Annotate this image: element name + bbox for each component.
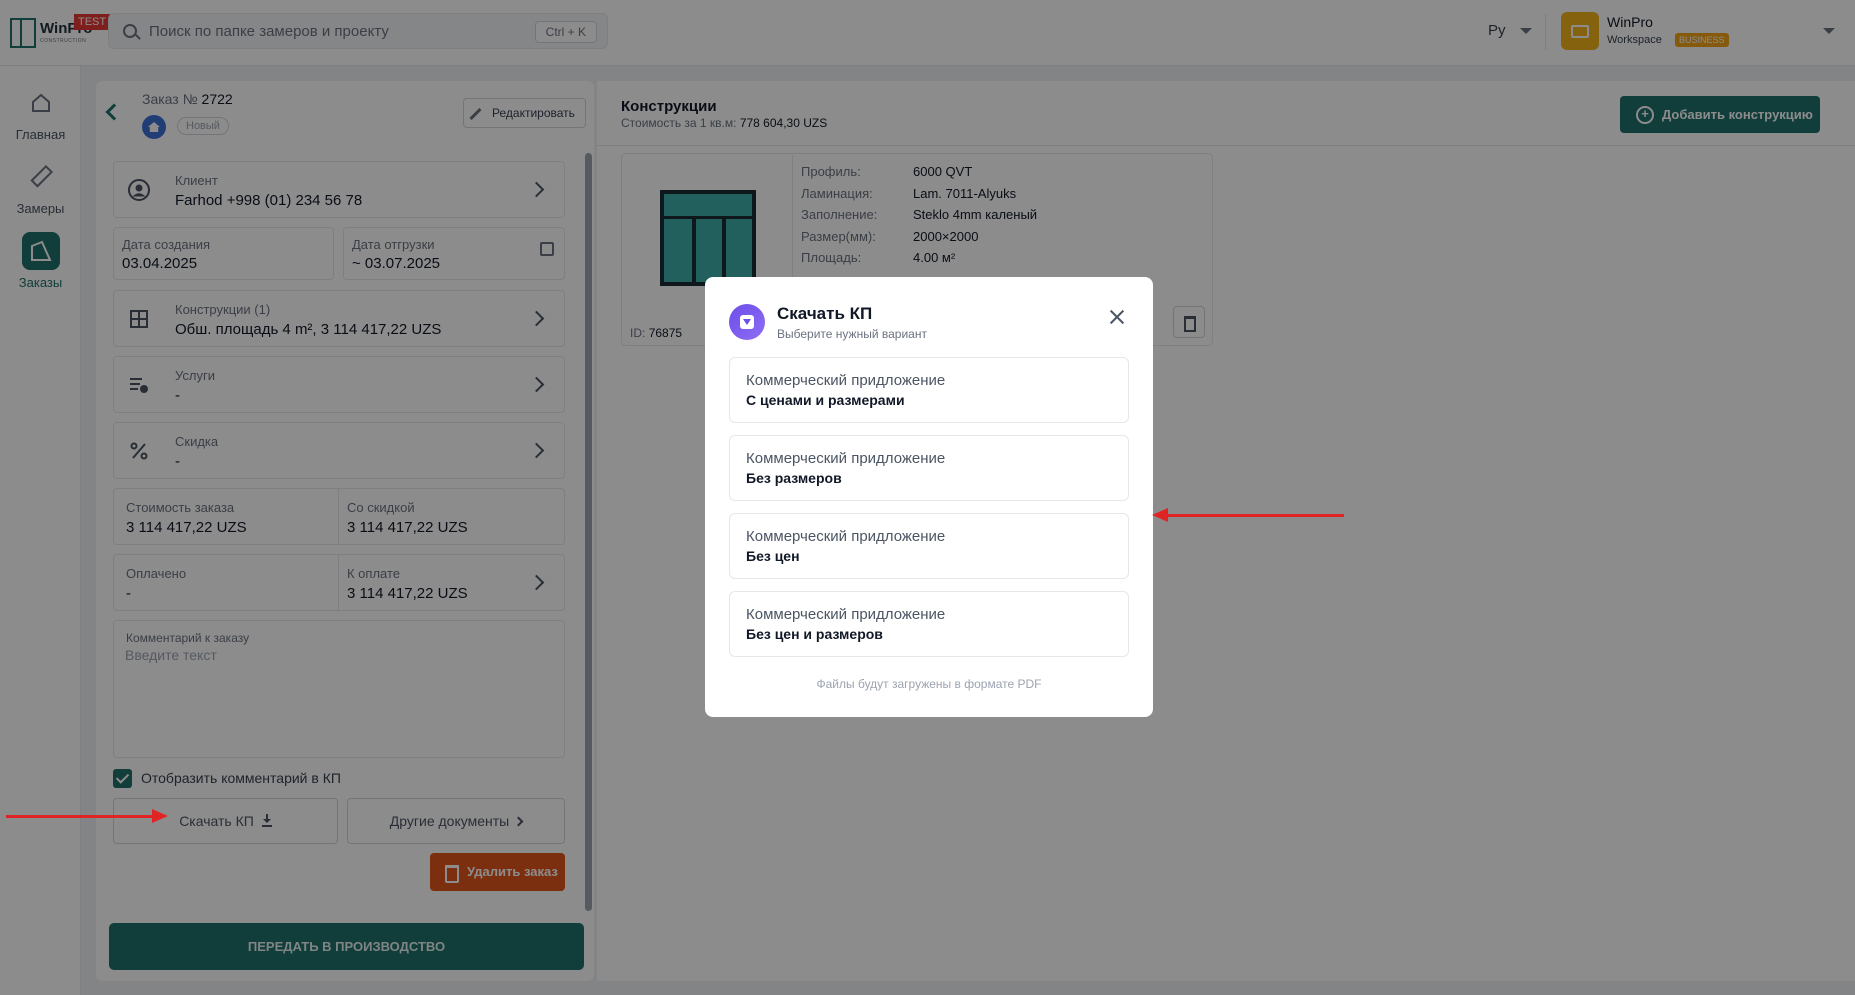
option-title: Коммерческий придложение	[746, 606, 946, 623]
modal-subtitle: Выберите нужный вариант	[777, 327, 927, 341]
close-icon[interactable]	[1105, 305, 1129, 329]
kp-option-with-prices-and-sizes[interactable]: Коммерческий придложение С ценами и разм…	[729, 357, 1129, 423]
annotation-arrow-head	[152, 809, 168, 823]
option-variant: Без размеров	[746, 470, 842, 486]
kp-option-without-prices[interactable]: Коммерческий придложение Без цен	[729, 513, 1129, 579]
modal-title: Скачать КП	[777, 304, 873, 323]
annotation-arrow	[6, 815, 156, 818]
download-kp-modal: Скачать КП Выберите нужный вариант Комме…	[705, 277, 1153, 717]
option-variant: С ценами и размерами	[746, 392, 905, 408]
download-doc-icon	[729, 304, 765, 340]
option-variant: Без цен и размеров	[746, 626, 883, 642]
annotation-arrow-head	[1152, 508, 1168, 522]
annotation-arrow	[1166, 514, 1344, 517]
option-title: Коммерческий придложение	[746, 372, 946, 389]
kp-option-without-prices-and-sizes[interactable]: Коммерческий придложение Без цен и разме…	[729, 591, 1129, 657]
kp-option-without-sizes[interactable]: Коммерческий придложение Без размеров	[729, 435, 1129, 501]
option-title: Коммерческий придложение	[746, 528, 946, 545]
modal-footer-note: Файлы будут загружены в формате PDF	[816, 677, 1042, 691]
option-title: Коммерческий придложение	[746, 450, 946, 467]
option-variant: Без цен	[746, 548, 800, 564]
